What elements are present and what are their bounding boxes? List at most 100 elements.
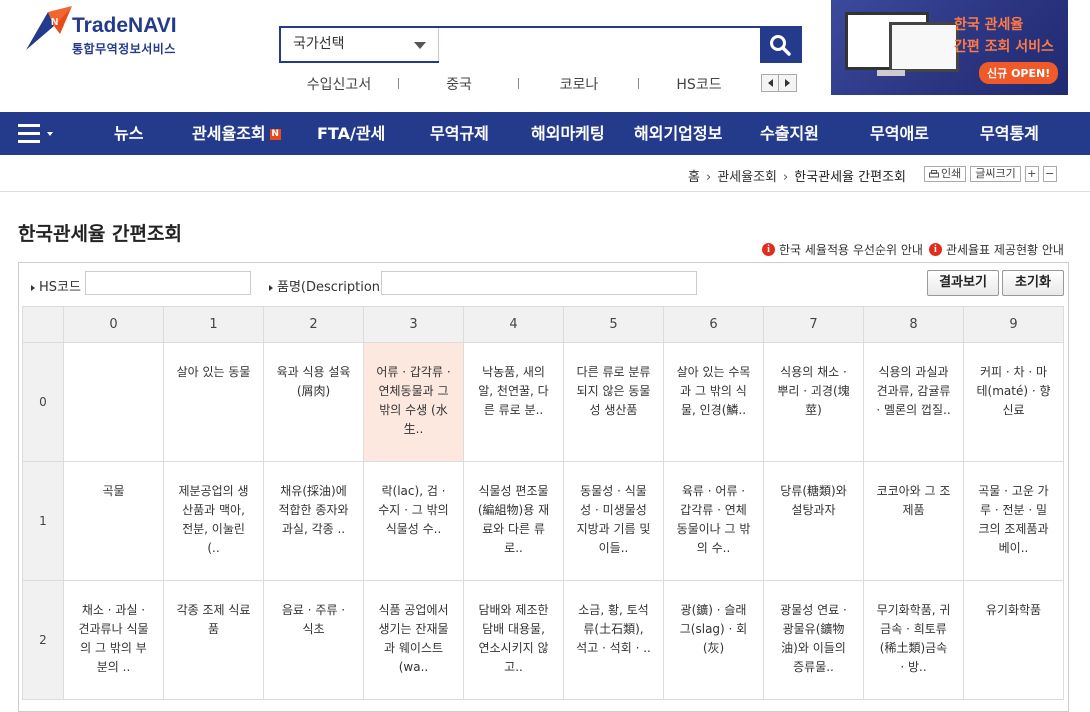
hs-chapter-cell[interactable]: 육과 식용 설육(屑肉) xyxy=(263,342,364,462)
nav-item-marketing[interactable]: 해외마케팅 xyxy=(531,112,605,155)
search-bar: 국가선택 xyxy=(279,26,802,63)
search-input[interactable] xyxy=(439,28,760,63)
hs-chapter-cell[interactable]: 담배와 제조한 담배 대용물, 연소시키지 않고.. xyxy=(463,580,564,700)
hs-chapter-cell[interactable]: 곡물 xyxy=(63,461,164,581)
nav-item-barrier[interactable]: 무역애로 xyxy=(870,112,929,155)
hs-chapter-cell[interactable]: 소금, 황, 토석류(土石類), 석고 · 석회 · .. xyxy=(563,580,664,700)
chevron-right-icon xyxy=(785,79,790,87)
info-link-label: 관세율표 제공현황 안내 xyxy=(945,243,1064,257)
view-results-button[interactable]: 결과보기 xyxy=(927,270,999,296)
quick-link[interactable]: 중국 xyxy=(399,74,519,94)
column-header: 6 xyxy=(663,306,764,343)
corner-header xyxy=(22,306,64,343)
hamburger-icon xyxy=(18,124,40,127)
hs-chapter-cell[interactable]: 유기화학품 xyxy=(963,580,1064,700)
hs-chapter-cell[interactable]: 광물성 연료 · 광물유(鑛物油)와 이들의 증류물.. xyxy=(763,580,864,700)
monitor-stand xyxy=(877,70,905,76)
quick-link[interactable]: 코로나 xyxy=(519,74,639,94)
print-label: 인쇄 xyxy=(941,167,962,180)
hs-chapter-cell[interactable]: 살아 있는 수목과 그 밖의 식물, 인경(鱗.. xyxy=(663,342,764,462)
prev-button[interactable] xyxy=(761,74,779,92)
font-size-label: 글씨크기 xyxy=(970,166,1021,182)
hs-chapter-cell[interactable]: 당류(糖類)와 설탕과자 xyxy=(763,461,864,581)
hs-code-grid: 0 1 2 3 4 5 6 7 8 9 0 살아 있는 동물 육과 식용 설육(… xyxy=(22,306,1064,700)
nav-item-tariff[interactable]: 관세율조회 N xyxy=(192,112,281,155)
hs-chapter-cell[interactable]: 살아 있는 동물 xyxy=(163,342,264,462)
column-header-row: 0 1 2 3 4 5 6 7 8 9 xyxy=(22,306,1064,343)
column-header: 9 xyxy=(963,306,1064,343)
grid-row: 0 살아 있는 동물 육과 식용 설육(屑肉) 어류 · 갑각류 · 연체동물과… xyxy=(22,342,1064,462)
font-increase-button[interactable]: + xyxy=(1024,166,1039,182)
hs-chapter-cell[interactable]: 각종 조제 식료품 xyxy=(163,580,264,700)
hs-chapter-cell[interactable] xyxy=(63,342,164,462)
hs-chapter-cell[interactable]: 락(lac), 검 · 수지 · 그 밖의 식물성 수.. xyxy=(363,461,464,581)
hs-chapter-cell[interactable]: 식품 공업에서 생기는 잔재물과 웨이스트(wa.. xyxy=(363,580,464,700)
hs-chapter-cell-hovered[interactable]: 어류 · 갑각류 · 연체동물과 그 밖의 수생 (水生.. xyxy=(363,342,464,462)
nav-item-regulation[interactable]: 무역규제 xyxy=(430,112,489,155)
banner-title-line2: 간편 조회 서비스 xyxy=(954,39,1054,55)
caret-down-icon xyxy=(47,132,53,136)
page-title: 한국관세율 간편조회 xyxy=(18,223,182,245)
quick-link[interactable]: HS코드 xyxy=(639,74,759,94)
breadcrumb: 홈 › 관세율조회 › 한국관세율 간편조회 xyxy=(688,166,906,185)
hs-chapter-cell[interactable]: 식물성 편조물(編組物)용 재료와 다른 류로.. xyxy=(463,461,564,581)
hs-chapter-cell[interactable]: 제분공업의 생산품과 맥아, 전분, 이눌린(.. xyxy=(163,461,264,581)
hs-chapter-cell[interactable]: 채유(採油)에 적합한 종자와 과실, 각종 .. xyxy=(263,461,364,581)
info-icon: i xyxy=(762,243,775,256)
hs-chapter-cell[interactable]: 음료 · 주류 · 식초 xyxy=(263,580,364,700)
banner-badge: 신규 OPEN! xyxy=(979,62,1059,84)
search-button[interactable] xyxy=(760,28,800,61)
nav-item-fta[interactable]: FTA/관세 xyxy=(317,112,385,155)
next-button[interactable] xyxy=(779,74,797,92)
country-select-label: 국가선택 xyxy=(293,36,345,52)
column-header: 0 xyxy=(63,306,164,343)
hs-chapter-cell[interactable]: 광(鑛) · 슬래그(slag) · 회(灰) xyxy=(663,580,764,700)
column-header: 7 xyxy=(763,306,864,343)
hs-chapter-cell[interactable]: 낙농품, 새의 알, 천연꿀, 다른 류로 분.. xyxy=(463,342,564,462)
hs-chapter-cell[interactable]: 다른 류로 분류되지 않은 동물성 생산품 xyxy=(563,342,664,462)
nav-item-company[interactable]: 해외기업정보 xyxy=(634,112,722,155)
info-link-coverage[interactable]: i 관세율표 제공현황 안내 xyxy=(928,241,1064,258)
hs-chapter-cell[interactable]: 곡물 · 고운 가루 · 전분 · 밀크의 조제품과 베이.. xyxy=(963,461,1064,581)
nav-item-stats[interactable]: 무역통계 xyxy=(980,112,1039,155)
hs-chapter-cell[interactable]: 육류 · 어류 · 갑각류 · 연체동물이나 그 밖의 수.. xyxy=(663,461,764,581)
column-header: 8 xyxy=(863,306,964,343)
hs-chapter-cell[interactable]: 동물성 · 식물성 · 미생물성 지방과 기름 및 이들.. xyxy=(563,461,664,581)
grid-row: 1 곡물 제분공업의 생산품과 맥아, 전분, 이눌린(.. 채유(採油)에 적… xyxy=(22,461,1064,581)
country-select[interactable]: 국가선택 xyxy=(281,28,439,61)
print-icon xyxy=(929,169,939,177)
hs-chapter-cell[interactable]: 채소 · 과실 · 견과류나 식물의 그 밖의 부분의 .. xyxy=(63,580,164,700)
reset-button[interactable]: 초기화 xyxy=(1002,270,1064,296)
tradenavi-logo[interactable]: N TradeNAVI 통합무역정보서비스 xyxy=(24,4,194,56)
breadcrumb-current: 한국관세율 간편조회 xyxy=(794,170,906,185)
chevron-right-icon: › xyxy=(783,170,789,185)
menu-button[interactable] xyxy=(18,124,54,144)
row-header: 1 xyxy=(22,461,64,581)
hs-chapter-cell[interactable]: 식용의 과실과 견과류, 감귤류 · 멜론의 껍질.. xyxy=(863,342,964,462)
nav-item-news[interactable]: 뉴스 xyxy=(114,112,143,155)
column-header: 4 xyxy=(463,306,564,343)
monitor-image xyxy=(889,22,959,72)
new-badge: N xyxy=(269,129,281,140)
hs-chapter-cell[interactable]: 코코아와 그 조제품 xyxy=(863,461,964,581)
search-icon xyxy=(770,34,791,56)
quick-link[interactable]: 수입신고서 xyxy=(279,74,399,94)
banner-title-line1: 한국 관세율 xyxy=(954,17,1024,33)
search-form: HS코드 품명(Description) 결과보기 초기화 xyxy=(19,263,1068,303)
hs-code-input[interactable] xyxy=(85,271,251,295)
chevron-left-icon xyxy=(767,79,773,87)
logo-subtitle: 통합무역정보서비스 xyxy=(72,42,176,56)
hs-chapter-cell[interactable]: 커피 · 차 · 마테(maté) · 향신료 xyxy=(963,342,1064,462)
row-header: 2 xyxy=(22,580,64,700)
hs-chapter-cell[interactable]: 무기화학품, 귀금속 · 희토류(稀土類)금속 · 방.. xyxy=(863,580,964,700)
breadcrumb-level1[interactable]: 관세율조회 xyxy=(717,170,777,185)
nav-item-export[interactable]: 수출지원 xyxy=(760,112,819,155)
description-input[interactable] xyxy=(381,271,697,295)
print-button[interactable]: 인쇄 xyxy=(924,166,967,182)
description-label: 품명(Description) xyxy=(269,276,385,295)
breadcrumb-home[interactable]: 홈 xyxy=(688,170,700,185)
font-decrease-button[interactable]: − xyxy=(1042,166,1057,182)
info-link-priority[interactable]: i 한국 세율적용 우선순위 안내 xyxy=(762,241,923,258)
hs-chapter-cell[interactable]: 식용의 채소 · 뿌리 · 괴경(塊莖) xyxy=(763,342,864,462)
promo-banner[interactable]: 한국 관세율 간편 조회 서비스 신규 OPEN! xyxy=(831,0,1068,95)
